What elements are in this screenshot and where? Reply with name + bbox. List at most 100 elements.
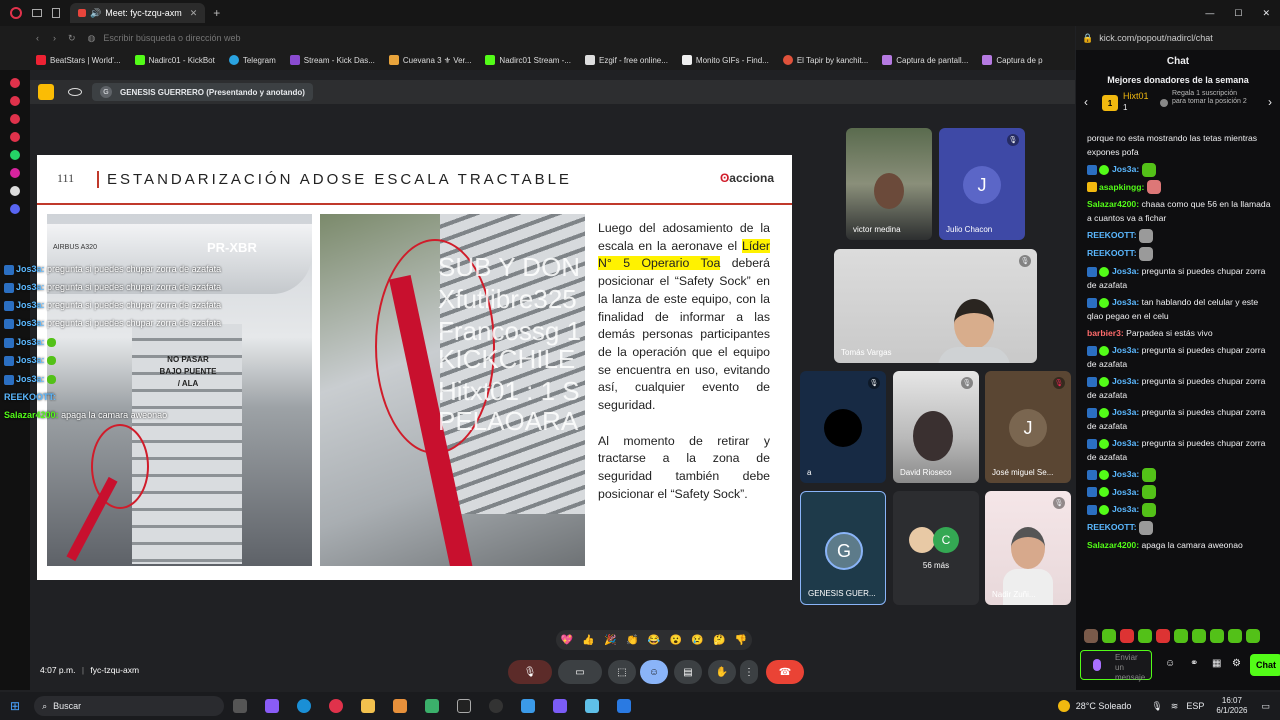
emote-icon[interactable] — [1138, 629, 1152, 643]
speaker-icon[interactable]: 🔊 — [90, 8, 101, 19]
more-options-button[interactable]: ⋮ — [740, 660, 758, 684]
tab-overview-icon[interactable] — [32, 9, 42, 17]
maximize-icon[interactable]: ☐ — [1234, 8, 1242, 19]
sidebar-icon[interactable] — [10, 132, 20, 142]
wifi-icon[interactable]: ≋ — [1171, 701, 1179, 712]
taskbar-app-icon[interactable] — [393, 699, 408, 713]
emote-icon[interactable] — [1228, 629, 1242, 643]
bookmark-item[interactable]: Nadirc01 - KickBot — [134, 55, 215, 65]
sidebar-icon[interactable] — [10, 78, 20, 88]
reaction-surprised-icon[interactable]: 😮 — [669, 635, 681, 646]
back-icon[interactable]: ‹ — [36, 33, 39, 43]
emote-icon[interactable] — [1120, 629, 1134, 643]
close-window-icon[interactable]: ✕ — [1262, 8, 1270, 19]
participant-tile[interactable]: 🎙 David Rioseco — [893, 371, 979, 483]
instagram-icon[interactable] — [10, 168, 20, 178]
bookmark-item[interactable]: Stream - Kick Das... — [289, 55, 375, 65]
chevron-right-icon[interactable]: › — [1268, 95, 1272, 109]
taskbar-search[interactable]: ⌕ Buscar — [34, 696, 225, 716]
captions-button[interactable]: ▤ — [674, 660, 702, 684]
bookmark-item[interactable]: Captura de pantall... — [882, 55, 968, 65]
chat-url[interactable]: kick.com/popout/nadircl/chat — [1099, 33, 1213, 43]
reaction-laugh-icon[interactable]: 😂 — [648, 635, 660, 646]
emote-icon[interactable] — [1102, 629, 1116, 643]
participant-tile[interactable]: 🎙 Tomás Vargas — [834, 249, 1037, 363]
reaction-clap-icon[interactable]: 👏 — [626, 635, 638, 646]
mic-icon[interactable] — [1093, 659, 1101, 671]
edge-icon[interactable] — [297, 699, 312, 713]
camera-button[interactable]: ▭ — [558, 660, 602, 684]
windows-start-icon[interactable]: ⊞ — [10, 699, 20, 713]
taskbar-app-icon[interactable] — [521, 699, 536, 713]
leave-call-button[interactable]: ☎ — [766, 660, 804, 684]
reaction-thinking-icon[interactable]: 🤔 — [713, 635, 725, 646]
reaction-heart-icon[interactable]: 💖 — [561, 635, 573, 646]
emote-icon[interactable] — [1084, 629, 1098, 643]
settings-gear-icon[interactable]: ⚙ — [1232, 658, 1241, 669]
present-button[interactable]: ⬚ — [608, 660, 636, 684]
participant-tile[interactable]: 🎙 Nadir Zuñi... — [985, 491, 1071, 605]
task-view-icon[interactable] — [233, 699, 248, 713]
taskbar-app-icon[interactable] — [553, 699, 568, 713]
tiktok-icon[interactable] — [10, 186, 20, 196]
participant-tile[interactable]: victor medina — [846, 128, 932, 240]
discord-icon[interactable] — [10, 204, 20, 214]
taskbar-app-icon[interactable] — [585, 699, 600, 713]
eye-icon[interactable] — [68, 88, 82, 96]
sidebar-icon[interactable] — [10, 96, 20, 106]
reaction-party-icon[interactable]: 🎉 — [604, 635, 616, 646]
obs-icon[interactable] — [489, 699, 504, 713]
clock[interactable]: 16:07 6/1/2026 — [1216, 696, 1247, 716]
raise-hand-button[interactable]: ✋ — [708, 660, 736, 684]
copilot-icon[interactable] — [265, 699, 280, 713]
store-icon[interactable]: ▦ — [1212, 658, 1221, 669]
mic-off-button[interactable]: 🎙 — [508, 660, 552, 684]
sidebar-icon[interactable] — [10, 114, 20, 124]
donor-name[interactable]: Hixt01 — [1123, 91, 1149, 101]
browser-logo-icon[interactable] — [10, 7, 22, 19]
send-chat-button[interactable]: Chat — [1250, 654, 1280, 676]
address-input[interactable] — [103, 33, 504, 43]
emote-icon[interactable] — [1210, 629, 1224, 643]
new-tab-button[interactable]: + — [213, 6, 220, 20]
more-participants-tile[interactable]: C 56 más — [893, 491, 979, 605]
bookmark-item[interactable]: Captura de p — [982, 55, 1043, 65]
mic-tray-icon[interactable]: 🎙 — [1151, 701, 1162, 712]
reaction-thumbs-down-icon[interactable]: 👎 — [735, 635, 747, 646]
bookmark-item[interactable]: Cuevana 3 ⚜ Ver... — [388, 55, 471, 65]
participant-tile[interactable]: 🎙 J Julio Chacon — [939, 128, 1025, 240]
viewers-icon[interactable]: ⚭ — [1190, 658, 1198, 669]
emoji-picker-icon[interactable]: ☺ — [1165, 658, 1175, 669]
annotate-icon[interactable] — [38, 84, 54, 100]
emoji-button[interactable]: ☺ — [640, 660, 668, 684]
lang-indicator[interactable]: ESP — [1186, 701, 1204, 711]
emote-icon[interactable] — [1156, 629, 1170, 643]
bookmark-item[interactable]: Nadirc01 Stream -... — [485, 55, 571, 65]
emote-icon[interactable] — [1192, 629, 1206, 643]
participant-tile[interactable]: G GENESIS GUER... — [800, 491, 886, 605]
taskbar-app-icon[interactable] — [617, 699, 632, 713]
epic-games-icon[interactable] — [457, 699, 472, 713]
tab-meet[interactable]: 🔊 Meet: fyc-tzqu-axm ✕ — [70, 3, 206, 23]
reaction-sad-icon[interactable]: 😢 — [691, 635, 703, 646]
forward-icon[interactable]: › — [53, 33, 56, 43]
tab-bookmark-icon[interactable] — [52, 8, 60, 18]
whatsapp-icon[interactable] — [10, 150, 20, 160]
notifications-icon[interactable]: ▭ — [1261, 701, 1270, 712]
bookmark-item[interactable]: Monito GIFs - Find... — [681, 55, 769, 65]
reload-icon[interactable]: ↻ — [68, 33, 76, 44]
bookmark-item[interactable]: Telegram — [228, 55, 276, 65]
minimize-icon[interactable]: — — [1205, 8, 1214, 18]
participant-tile[interactable]: 🎙 J José miguel Se... — [985, 371, 1071, 483]
bookmark-item[interactable]: El Tapir by kanchit... — [782, 55, 868, 65]
emote-icon[interactable] — [1246, 629, 1260, 643]
opera-icon[interactable] — [329, 699, 344, 713]
tab-close-icon[interactable]: ✕ — [190, 8, 198, 19]
bookmark-item[interactable]: Ezgif - free online... — [585, 55, 668, 65]
chat-input[interactable]: Enviar un mensaje — [1080, 650, 1152, 682]
weather-text[interactable]: 28°C Soleado — [1076, 701, 1132, 711]
file-explorer-icon[interactable] — [361, 699, 376, 713]
emote-icon[interactable] — [1174, 629, 1188, 643]
bookmark-item[interactable]: BeatStars | World'... — [36, 55, 121, 65]
reaction-thumbs-up-icon[interactable]: 👍 — [582, 635, 594, 646]
